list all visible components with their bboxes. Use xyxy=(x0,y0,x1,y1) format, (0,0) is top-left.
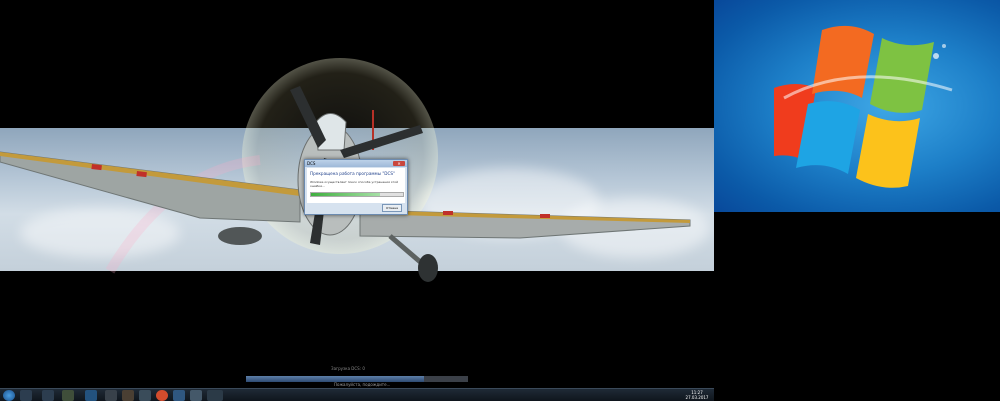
dialog-progress-bar xyxy=(310,192,404,197)
windows-logo-icon xyxy=(774,25,953,188)
chrome-icon[interactable] xyxy=(122,390,134,401)
dialog-titlebar[interactable]: DCS ✕ xyxy=(305,160,407,167)
dcs-icon[interactable] xyxy=(85,390,97,401)
desktop-wallpaper xyxy=(714,0,1000,212)
steam-icon[interactable] xyxy=(105,390,117,401)
folder-icon[interactable] xyxy=(173,390,185,401)
loading-status: Загрузка DCS: 0 xyxy=(331,366,365,371)
window-icon[interactable] xyxy=(190,390,202,401)
browser-icon[interactable] xyxy=(139,390,151,401)
loading-hint: Пожалуйста, подождите... xyxy=(334,382,391,387)
clock-date: 27.03.2017 xyxy=(685,395,709,400)
dialog-app-name: DCS xyxy=(307,161,316,166)
dialog-message: Windows осуществляет поиск способа устра… xyxy=(310,180,399,188)
taskbar: 11:27 27.03.2017 xyxy=(0,388,714,401)
windows-icon[interactable] xyxy=(20,390,32,401)
media-icon[interactable] xyxy=(62,390,74,401)
start-orb-icon[interactable] xyxy=(3,390,15,401)
error-dialog: DCS ✕ Прекращена работа программы "DCS" … xyxy=(304,159,408,215)
explorer-icon[interactable] xyxy=(42,390,54,401)
clock[interactable]: 11:27 27.03.2017 xyxy=(683,390,711,400)
task-button[interactable] xyxy=(207,390,223,401)
cancel-button[interactable]: Отмена xyxy=(382,204,402,212)
system-tray[interactable]: 11:27 27.03.2017 xyxy=(683,389,714,401)
dialog-body: Прекращена работа программы "DCS" Window… xyxy=(307,168,405,212)
secondary-monitor xyxy=(714,0,1000,401)
dialog-heading: Прекращена работа программы "DCS" xyxy=(310,171,395,176)
dialog-close-button[interactable]: ✕ xyxy=(393,161,405,166)
primary-monitor: DCS ✕ Прекращена работа программы "DCS" … xyxy=(0,0,714,401)
dialog-progress-fill xyxy=(311,193,380,196)
app-icon[interactable] xyxy=(156,390,168,401)
